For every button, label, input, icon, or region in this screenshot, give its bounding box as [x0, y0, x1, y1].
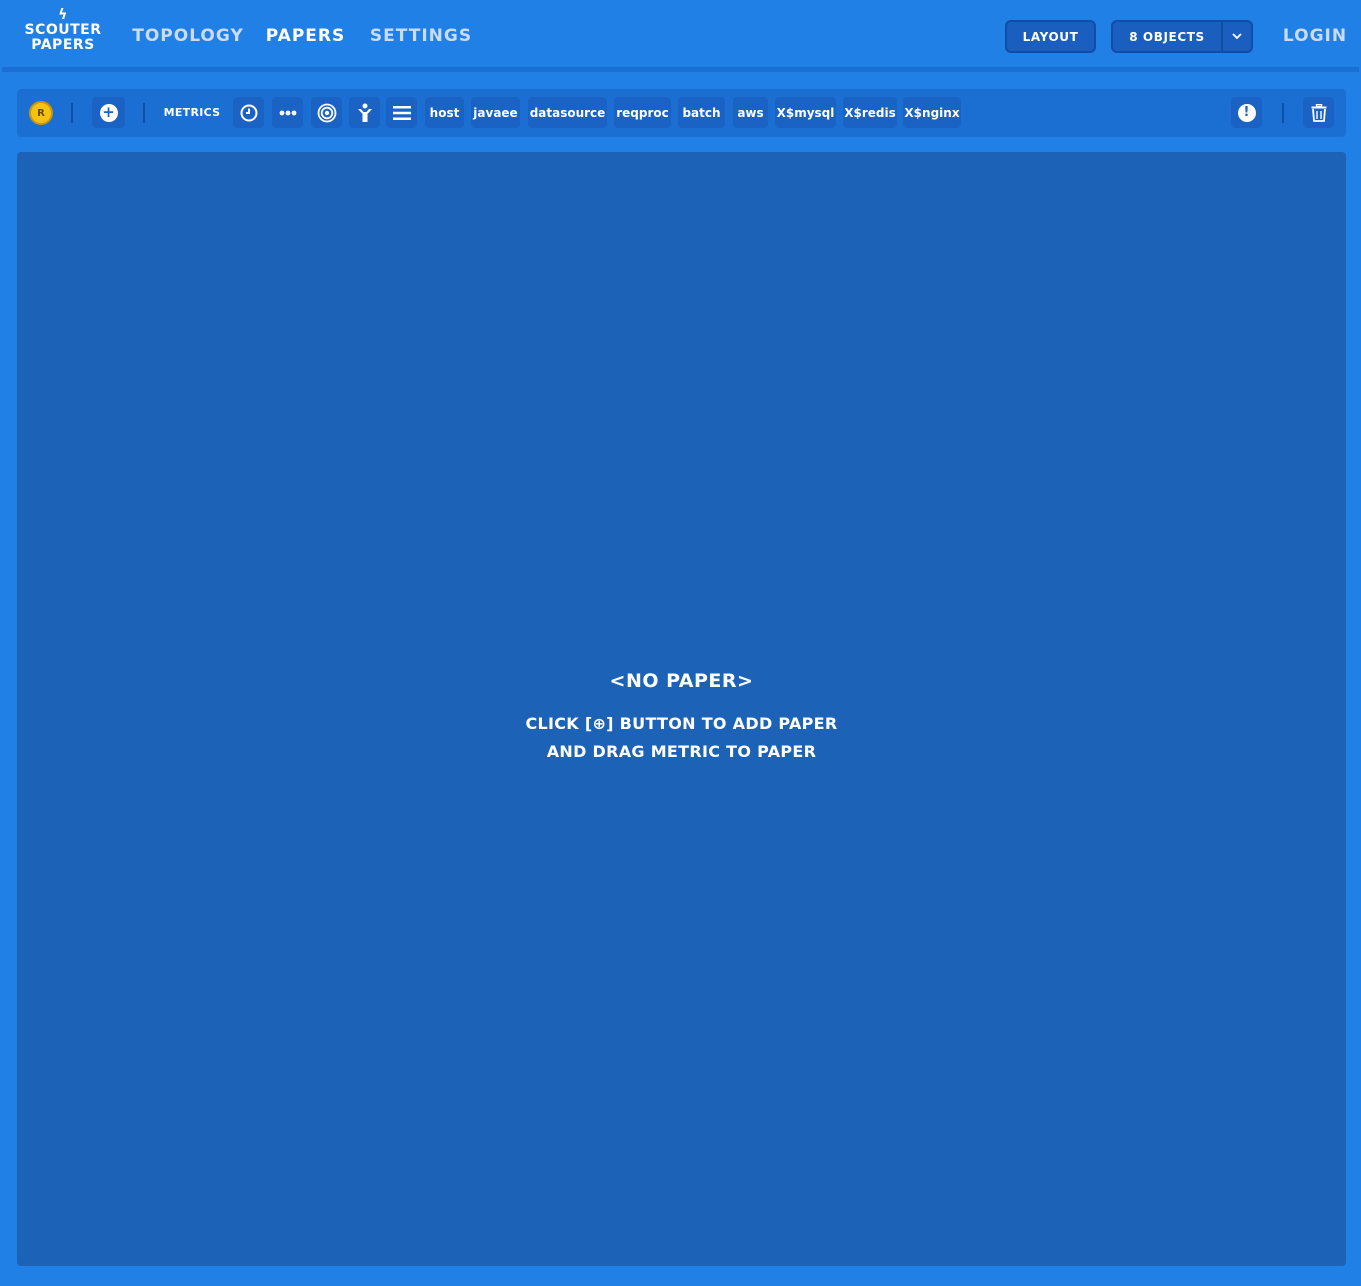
delete-button[interactable] — [1303, 97, 1334, 128]
empty-state-line1: CLICK [⊕] BUTTON TO ADD PAPER — [525, 714, 838, 733]
metric-chip-reqproc[interactable]: reqproc — [614, 97, 671, 128]
objects-button[interactable]: 8 OBJECTS — [1113, 30, 1221, 44]
papers-canvas[interactable]: <NO PAPER> CLICK [⊕] BUTTON TO ADD PAPER… — [17, 152, 1346, 1266]
clock-metric-button[interactable] — [233, 97, 264, 128]
app-root: ϟ SCOUTER PAPERS TOPOLOGY PAPERS SETTING… — [0, 0, 1361, 1286]
more-metric-button[interactable] — [272, 97, 303, 128]
toolbar-divider — [71, 103, 73, 123]
logo-line2: PAPERS — [31, 37, 95, 53]
metric-chip-datasource[interactable]: datasource — [528, 97, 607, 128]
ellipsis-icon — [279, 110, 296, 115]
metrics-label: METRICS — [163, 106, 221, 119]
plus-circle-icon: + — [99, 103, 118, 122]
top-navigation: ϟ SCOUTER PAPERS TOPOLOGY PAPERS SETTING… — [0, 0, 1361, 72]
metric-chip-javaee[interactable]: javaee — [471, 97, 520, 128]
alert-button[interactable]: ! — [1231, 97, 1262, 128]
add-paper-button[interactable]: + — [92, 97, 125, 128]
person-metric-button[interactable] — [349, 97, 380, 128]
list-metric-button[interactable] — [386, 97, 417, 128]
layout-button[interactable]: LAYOUT — [1005, 20, 1096, 53]
toolbar-divider — [143, 103, 145, 123]
metric-chip-redis[interactable]: X$redis — [843, 97, 897, 128]
metric-chip-aws[interactable]: aws — [733, 97, 768, 128]
menu-icon — [392, 105, 411, 120]
tab-settings-label: SETTINGS — [369, 26, 473, 46]
tab-topology[interactable]: TOPOLOGY — [132, 0, 244, 72]
toolbar-divider — [1282, 103, 1284, 123]
clock-icon — [240, 104, 257, 121]
login-link[interactable]: LOGIN — [1280, 0, 1350, 72]
metric-chip-batch[interactable]: batch — [678, 97, 725, 128]
tab-papers-label: PAPERS — [265, 26, 346, 46]
realtime-toggle[interactable]: R — [29, 101, 53, 125]
metric-chip-mysql[interactable]: X$mysql — [775, 97, 836, 128]
tab-papers[interactable]: PAPERS — [253, 0, 358, 72]
alert-icon: ! — [1237, 103, 1256, 122]
metric-chip-nginx[interactable]: X$nginx — [903, 97, 961, 128]
target-metric-button[interactable] — [311, 97, 342, 128]
target-icon — [317, 103, 336, 122]
logo[interactable]: ϟ SCOUTER PAPERS — [24, 8, 102, 54]
trash-icon — [1311, 103, 1326, 122]
logo-line1: SCOUTER — [24, 22, 102, 38]
papers-toolbar: R + METRICS host javaee datasource reqpr… — [17, 89, 1346, 137]
tab-topology-label: TOPOLOGY — [132, 26, 244, 46]
lightning-icon: ϟ — [58, 7, 68, 23]
metric-chip-host[interactable]: host — [425, 97, 464, 128]
person-icon — [357, 103, 372, 122]
chevron-down-icon[interactable] — [1223, 33, 1251, 40]
topbar-divider — [2, 67, 1359, 72]
empty-state-line2: AND DRAG METRIC TO PAPER — [546, 742, 817, 761]
objects-selector[interactable]: 8 OBJECTS — [1111, 20, 1253, 53]
empty-state-title: <NO PAPER> — [609, 670, 754, 692]
tab-settings[interactable]: SETTINGS — [366, 0, 476, 72]
